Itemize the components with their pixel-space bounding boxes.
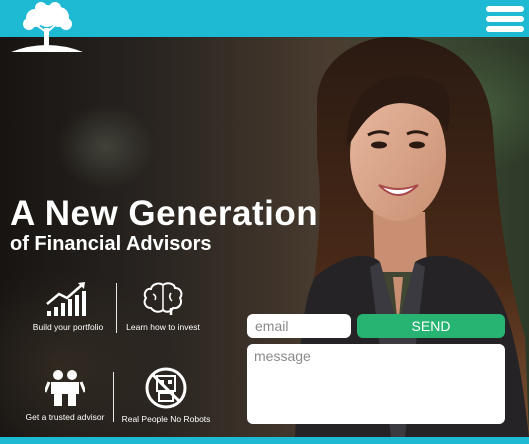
- brain-icon: [143, 282, 183, 315]
- feature-label: Real People No Robots: [121, 414, 211, 424]
- feature-label: Get a trusted advisor: [25, 412, 105, 422]
- two-people-icon: [45, 370, 85, 406]
- no-robots-icon: [145, 367, 187, 409]
- hero-headline: A New Generation: [10, 194, 319, 233]
- hamburger-menu-icon[interactable]: [486, 6, 524, 32]
- feature-build-portfolio: Build your portfolio: [24, 280, 112, 332]
- send-button[interactable]: SEND: [357, 314, 505, 338]
- divider: [116, 283, 117, 333]
- feature-label: Learn how to invest: [126, 322, 200, 332]
- tree-logo-icon: [11, 2, 83, 52]
- message-textarea[interactable]: [247, 344, 505, 424]
- hero-subheadline: of Financial Advisors: [10, 233, 212, 255]
- feature-no-robots: Real People No Robots: [116, 366, 216, 424]
- email-input[interactable]: [247, 314, 351, 338]
- feature-label: Build your portfolio: [32, 322, 104, 332]
- feature-learn-invest: Learn how to invest: [120, 280, 206, 332]
- bottom-bar: [0, 437, 529, 444]
- growth-chart-icon: [46, 282, 86, 316]
- divider: [113, 372, 114, 422]
- feature-trusted-advisor: Get a trusted advisor: [18, 368, 112, 422]
